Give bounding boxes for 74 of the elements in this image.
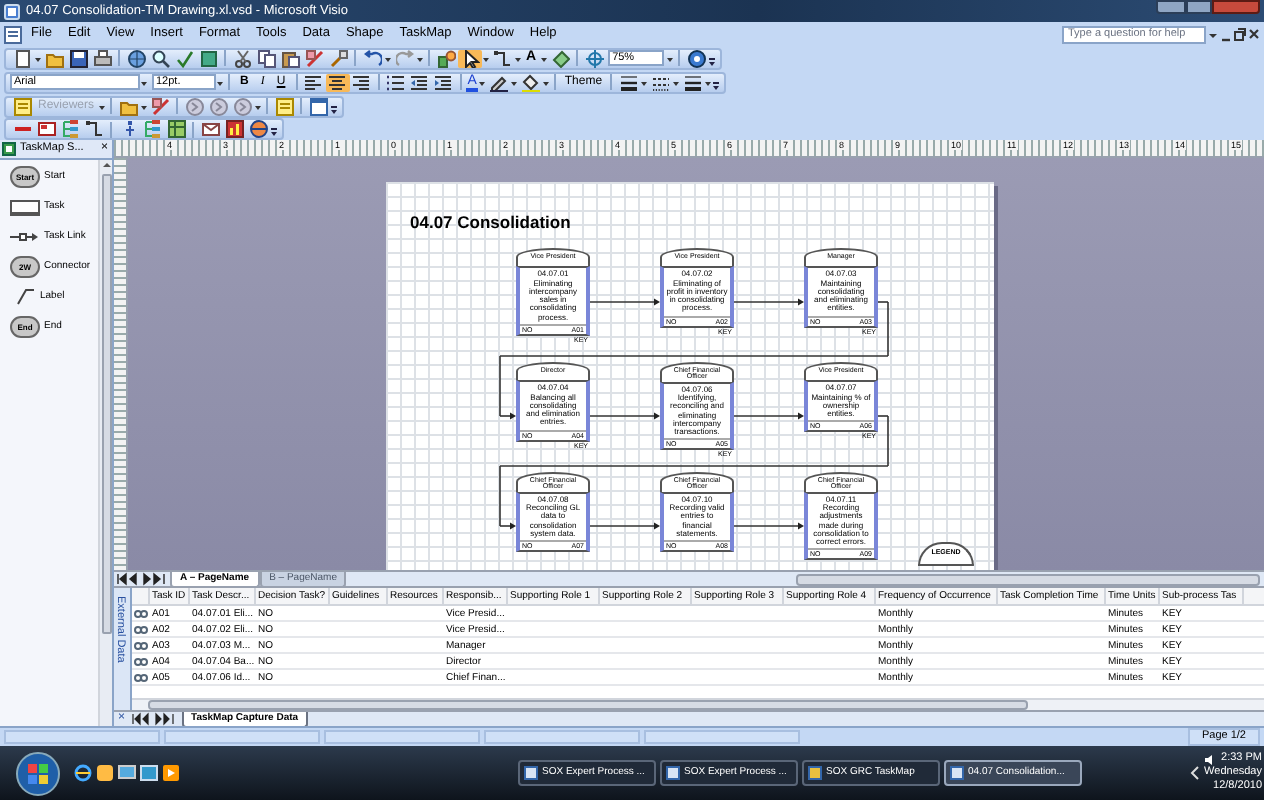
document-icon[interactable]	[4, 25, 22, 43]
magnifier-icon[interactable]	[151, 49, 169, 67]
envelope-icon[interactable]	[201, 120, 219, 138]
start-button[interactable]	[16, 751, 60, 795]
printer-icon[interactable]	[93, 49, 111, 67]
stencil-icon	[2, 142, 16, 156]
checkmark-icon[interactable]	[175, 49, 193, 67]
connector-tool-icon[interactable]	[85, 120, 103, 138]
connector-arrow	[589, 522, 660, 530]
line-weight-icon[interactable]	[619, 73, 638, 91]
document-icon	[808, 766, 822, 780]
scroll-thumb[interactable]	[101, 174, 111, 634]
outdent-icon[interactable]	[410, 73, 429, 91]
paste-icon[interactable]	[281, 49, 299, 67]
label-line-icon[interactable]	[16, 288, 36, 306]
show-hidden-icons-icon[interactable]	[1189, 766, 1200, 780]
document-icon	[524, 766, 538, 780]
align-right-icon[interactable]	[352, 73, 371, 91]
line-weight-icon[interactable]	[683, 73, 702, 91]
bullet-list-icon[interactable]	[386, 73, 405, 91]
document-icon	[950, 766, 964, 780]
align-center-icon[interactable]	[328, 73, 347, 91]
connector-arrow	[499, 522, 516, 530]
note-icon[interactable]	[13, 97, 31, 115]
vertical-scrollbar[interactable]	[98, 160, 112, 726]
document-icon	[666, 766, 680, 780]
maximize-button[interactable]	[1186, 0, 1212, 14]
bar-chart-icon[interactable]	[225, 120, 243, 138]
connector-arrow	[733, 298, 804, 306]
hierarchy-icon[interactable]	[143, 120, 161, 138]
pointer-icon[interactable]	[461, 49, 479, 67]
new-document-icon[interactable]	[13, 49, 31, 67]
line-pattern-icon[interactable]	[651, 73, 670, 91]
hierarchy-icon[interactable]	[61, 120, 79, 138]
brush-icon[interactable]	[329, 49, 347, 67]
connector-arrow	[733, 522, 804, 530]
help-icon[interactable]	[687, 49, 706, 67]
save-icon[interactable]	[69, 49, 87, 67]
close-icon[interactable]	[1248, 25, 1260, 43]
tab-navigation-icon[interactable]	[129, 712, 178, 726]
window-icon[interactable]	[309, 97, 328, 115]
browser-icon[interactable]	[74, 764, 92, 782]
connector-arrow	[499, 412, 516, 420]
horizontal-scrollbar[interactable]	[148, 700, 1028, 710]
monitor-icon[interactable]	[118, 764, 136, 782]
restore-icon[interactable]	[1234, 25, 1246, 43]
fill-color-icon[interactable]	[521, 73, 540, 91]
undo-icon[interactable]	[363, 49, 381, 67]
next-icon[interactable]	[185, 97, 204, 115]
connector-arrow	[589, 412, 660, 420]
indent-icon[interactable]	[434, 73, 453, 91]
media-player-icon[interactable]	[162, 764, 180, 782]
table-icon[interactable]	[167, 120, 185, 138]
connector-arrow	[589, 298, 660, 306]
crosshair-icon[interactable]	[585, 49, 604, 67]
messenger-icon[interactable]	[96, 764, 114, 782]
globe-icon[interactable]	[127, 49, 145, 67]
copy-icon[interactable]	[257, 49, 275, 67]
card-icon[interactable]	[37, 120, 55, 138]
volume-icon[interactable]	[1203, 753, 1216, 765]
line-color-icon[interactable]	[489, 73, 508, 91]
close-button[interactable]	[1212, 0, 1260, 14]
connector-arrow	[733, 412, 804, 420]
connector-tool-icon[interactable]	[493, 49, 511, 67]
page-navigation-icon[interactable]	[114, 572, 170, 586]
task-shape[interactable]	[10, 199, 40, 215]
horizontal-scrollbar[interactable]	[796, 573, 1260, 585]
minimize-button[interactable]	[1156, 0, 1186, 14]
scissors-icon[interactable]	[233, 49, 251, 67]
align-left-icon[interactable]	[304, 73, 323, 91]
link-arrow-icon[interactable]	[10, 230, 40, 244]
globe-icon[interactable]	[249, 120, 267, 138]
shapes-icon[interactable]	[437, 49, 455, 67]
diagram-title: 04.07 Consolidation	[410, 210, 571, 236]
